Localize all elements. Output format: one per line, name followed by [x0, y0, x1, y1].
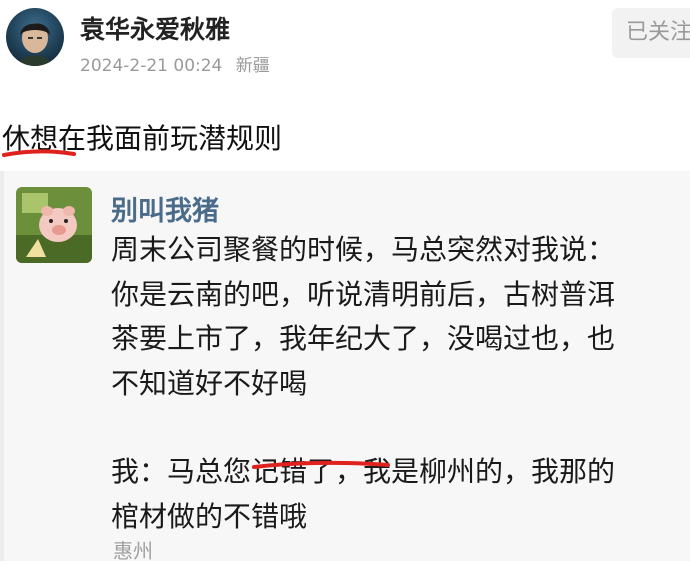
post-location: 新疆 [235, 56, 270, 76]
quoted-line: 你是云南的吧，听说清明前后，古树普洱 [111, 277, 616, 311]
post-timestamp: 2024-2-21 00:24 [80, 56, 223, 76]
user-avatar[interactable] [6, 8, 64, 66]
quoted-location: 惠州 [113, 539, 153, 563]
quoted-line: 周末公司聚餐的时候，马总突然对我说： [111, 233, 616, 266]
pig-avatar-icon [16, 187, 92, 263]
follow-button[interactable]: 已关注 [612, 8, 690, 58]
avatar-portrait-icon [18, 23, 52, 66]
quote-border [0, 171, 4, 561]
red-annotation-underline [2, 149, 76, 157]
reply-line: 棺材做的不错哦 [111, 499, 308, 533]
quoted-post-card[interactable]: 别叫我猪 周末公司聚餐的时候，马总突然对我说： 你是云南的吧，听说清明前后，古树… [0, 171, 690, 563]
red-annotation-underline [252, 460, 390, 469]
quoted-username[interactable]: 别叫我猪 [111, 189, 219, 228]
quoted-line: 不知道好不好喝 [111, 366, 308, 400]
quoted-line: 茶要上市了，我年纪大了，没喝过也，也 [111, 322, 616, 355]
quoted-user-avatar[interactable] [16, 187, 92, 263]
post-meta: 2024-2-21 00:24 新疆 [80, 51, 278, 76]
post-username[interactable]: 袁华永爱秋雅 [80, 10, 230, 46]
quoted-text: 周末公司聚餐的时候，马总突然对我说： 你是云南的吧，听说清明前后，古树普洱 茶要… [111, 228, 681, 539]
